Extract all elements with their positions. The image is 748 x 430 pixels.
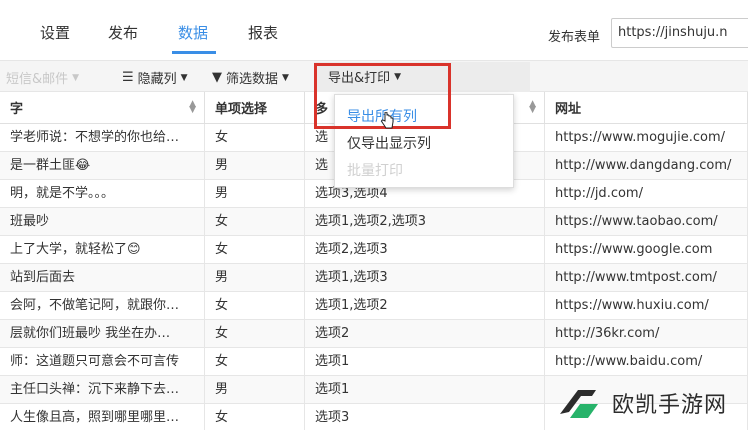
cell-multi-choice: 选项1,选项2 [305, 292, 545, 320]
cell-multi-choice: 选项3 [305, 404, 545, 430]
table-row[interactable]: 班最吵女选项1,选项2,选项3 https://www.taobao.com/ [0, 208, 748, 236]
cell-single-choice: 女 [205, 236, 305, 264]
cell-url: https://www.google.com [545, 236, 748, 264]
cell-single-choice: 女 [205, 124, 305, 152]
column-header-label: 单项选择 [215, 102, 268, 117]
cell-text: 会阿，不做笔记阿，就跟你… [0, 292, 205, 320]
column-header-single-choice[interactable]: 单项选择 [205, 92, 305, 124]
cell-single-choice: 女 [205, 320, 305, 348]
table-row[interactable]: 层就你们班最吵 我坐在办… 女选项2 http://36kr.com/ [0, 320, 748, 348]
cell-text: 上了大学，就轻松了😊 [0, 236, 205, 264]
cell-text: 学老师说：不想学的你也给… [0, 124, 205, 152]
filter-data-menu[interactable]: ▼ 筛选数据 ▼ [212, 68, 289, 87]
table-row[interactable]: 上了大学，就轻松了😊 女选项2,选项3 https://www.google.com [0, 236, 748, 264]
column-header-label: 网址 [555, 102, 582, 117]
cell-text: 主任口头禅：沉下来静下去… [0, 376, 205, 404]
cell-text: 站到后面去 [0, 264, 205, 292]
top-bar: 设置 发布 数据 报表 发布表单 https://jinshuju.n [0, 0, 748, 60]
cell-url: http://www.tmtpost.com/ [545, 264, 748, 292]
cell-url: http://www.dangdang.com/ [545, 152, 748, 180]
cell-url: https://www.huxiu.com/ [545, 292, 748, 320]
cell-single-choice: 男 [205, 264, 305, 292]
column-header-label: 字 [10, 102, 24, 117]
brand-logo-icon [560, 390, 598, 418]
sms-email-label: 短信&邮件 [6, 72, 69, 87]
watermark: 欧凯手游网 [552, 376, 748, 430]
cell-text: 是一群土匪😂 [0, 152, 205, 180]
sort-icon[interactable]: ▲ ▼ [529, 100, 536, 115]
column-header-url[interactable]: 网址 [545, 92, 748, 124]
hide-columns-menu[interactable]: ☰ 隐藏列 ▼ [122, 68, 188, 87]
export-visible-columns-item[interactable]: 仅导出显示列 [347, 133, 431, 153]
sms-email-menu[interactable]: 短信&邮件 ▼ [6, 68, 79, 87]
tab-data[interactable]: 数据 [178, 22, 208, 43]
cell-single-choice: 男 [205, 180, 305, 208]
cell-single-choice: 女 [205, 292, 305, 320]
publish-form-label: 发布表单 [548, 30, 601, 45]
table-row[interactable]: 师：这道题只可意会不可言传女选项1 http://www.baidu.com/ [0, 348, 748, 376]
cell-single-choice: 女 [205, 404, 305, 430]
cell-url: http://36kr.com/ [545, 320, 748, 348]
list-icon: ☰ [122, 70, 134, 85]
cell-multi-choice: 选项1,选项3 [305, 264, 545, 292]
cell-text: 人生像且高，照到哪里哪里… [0, 404, 205, 430]
batch-print-item: 批量打印 [347, 163, 403, 179]
cell-multi-choice: 选项2 [305, 320, 545, 348]
table-row[interactable]: 站到后面去男选项1,选项3 http://www.tmtpost.com/ [0, 264, 748, 292]
sort-icon[interactable]: ▲ ▼ [189, 100, 196, 115]
watermark-text: 欧凯手游网 [612, 393, 728, 418]
hide-columns-label: 隐藏列 [137, 72, 177, 87]
chevron-down-icon: ▼ [72, 72, 80, 83]
cell-single-choice: 男 [205, 152, 305, 180]
publish-url-field[interactable]: https://jinshuju.n [611, 18, 748, 48]
cell-multi-choice: 选项1 [305, 376, 545, 404]
tab-settings[interactable]: 设置 [40, 22, 70, 43]
cell-url: http://www.baidu.com/ [545, 348, 748, 376]
cell-multi-choice: 选项2,选项3 [305, 236, 545, 264]
cell-text: 班最吵 [0, 208, 205, 236]
cell-single-choice: 女 [205, 348, 305, 376]
active-tab-indicator [172, 51, 216, 54]
table-row[interactable]: 会阿，不做笔记阿，就跟你… 女选项1,选项2 https://www.huxiu.c… [0, 292, 748, 320]
filter-data-label: 筛选数据 [226, 72, 279, 87]
chevron-down-icon: ▼ [180, 72, 188, 83]
filter-icon: ▼ [212, 70, 222, 85]
column-header-text[interactable]: 字 ▲ ▼ [0, 92, 205, 124]
cell-text: 师：这道题只可意会不可言传 [0, 348, 205, 376]
cell-text: 层就你们班最吵 我坐在办… [0, 320, 205, 348]
chevron-down-icon: ▼ [282, 72, 289, 83]
cell-text: 明，就是不学。。。 [0, 180, 205, 208]
tab-report[interactable]: 报表 [248, 22, 278, 43]
hand-cursor-icon [381, 112, 394, 129]
cell-multi-choice: 选项1 [305, 348, 545, 376]
cell-url: http://jd.com/ [545, 180, 748, 208]
cell-single-choice: 女 [205, 208, 305, 236]
cell-multi-choice: 选项1,选项2,选项3 [305, 208, 545, 236]
cell-url: https://www.taobao.com/ [545, 208, 748, 236]
cell-single-choice: 男 [205, 376, 305, 404]
tab-publish[interactable]: 发布 [108, 22, 138, 43]
cell-url: https://www.mogujie.com/ [545, 124, 748, 152]
